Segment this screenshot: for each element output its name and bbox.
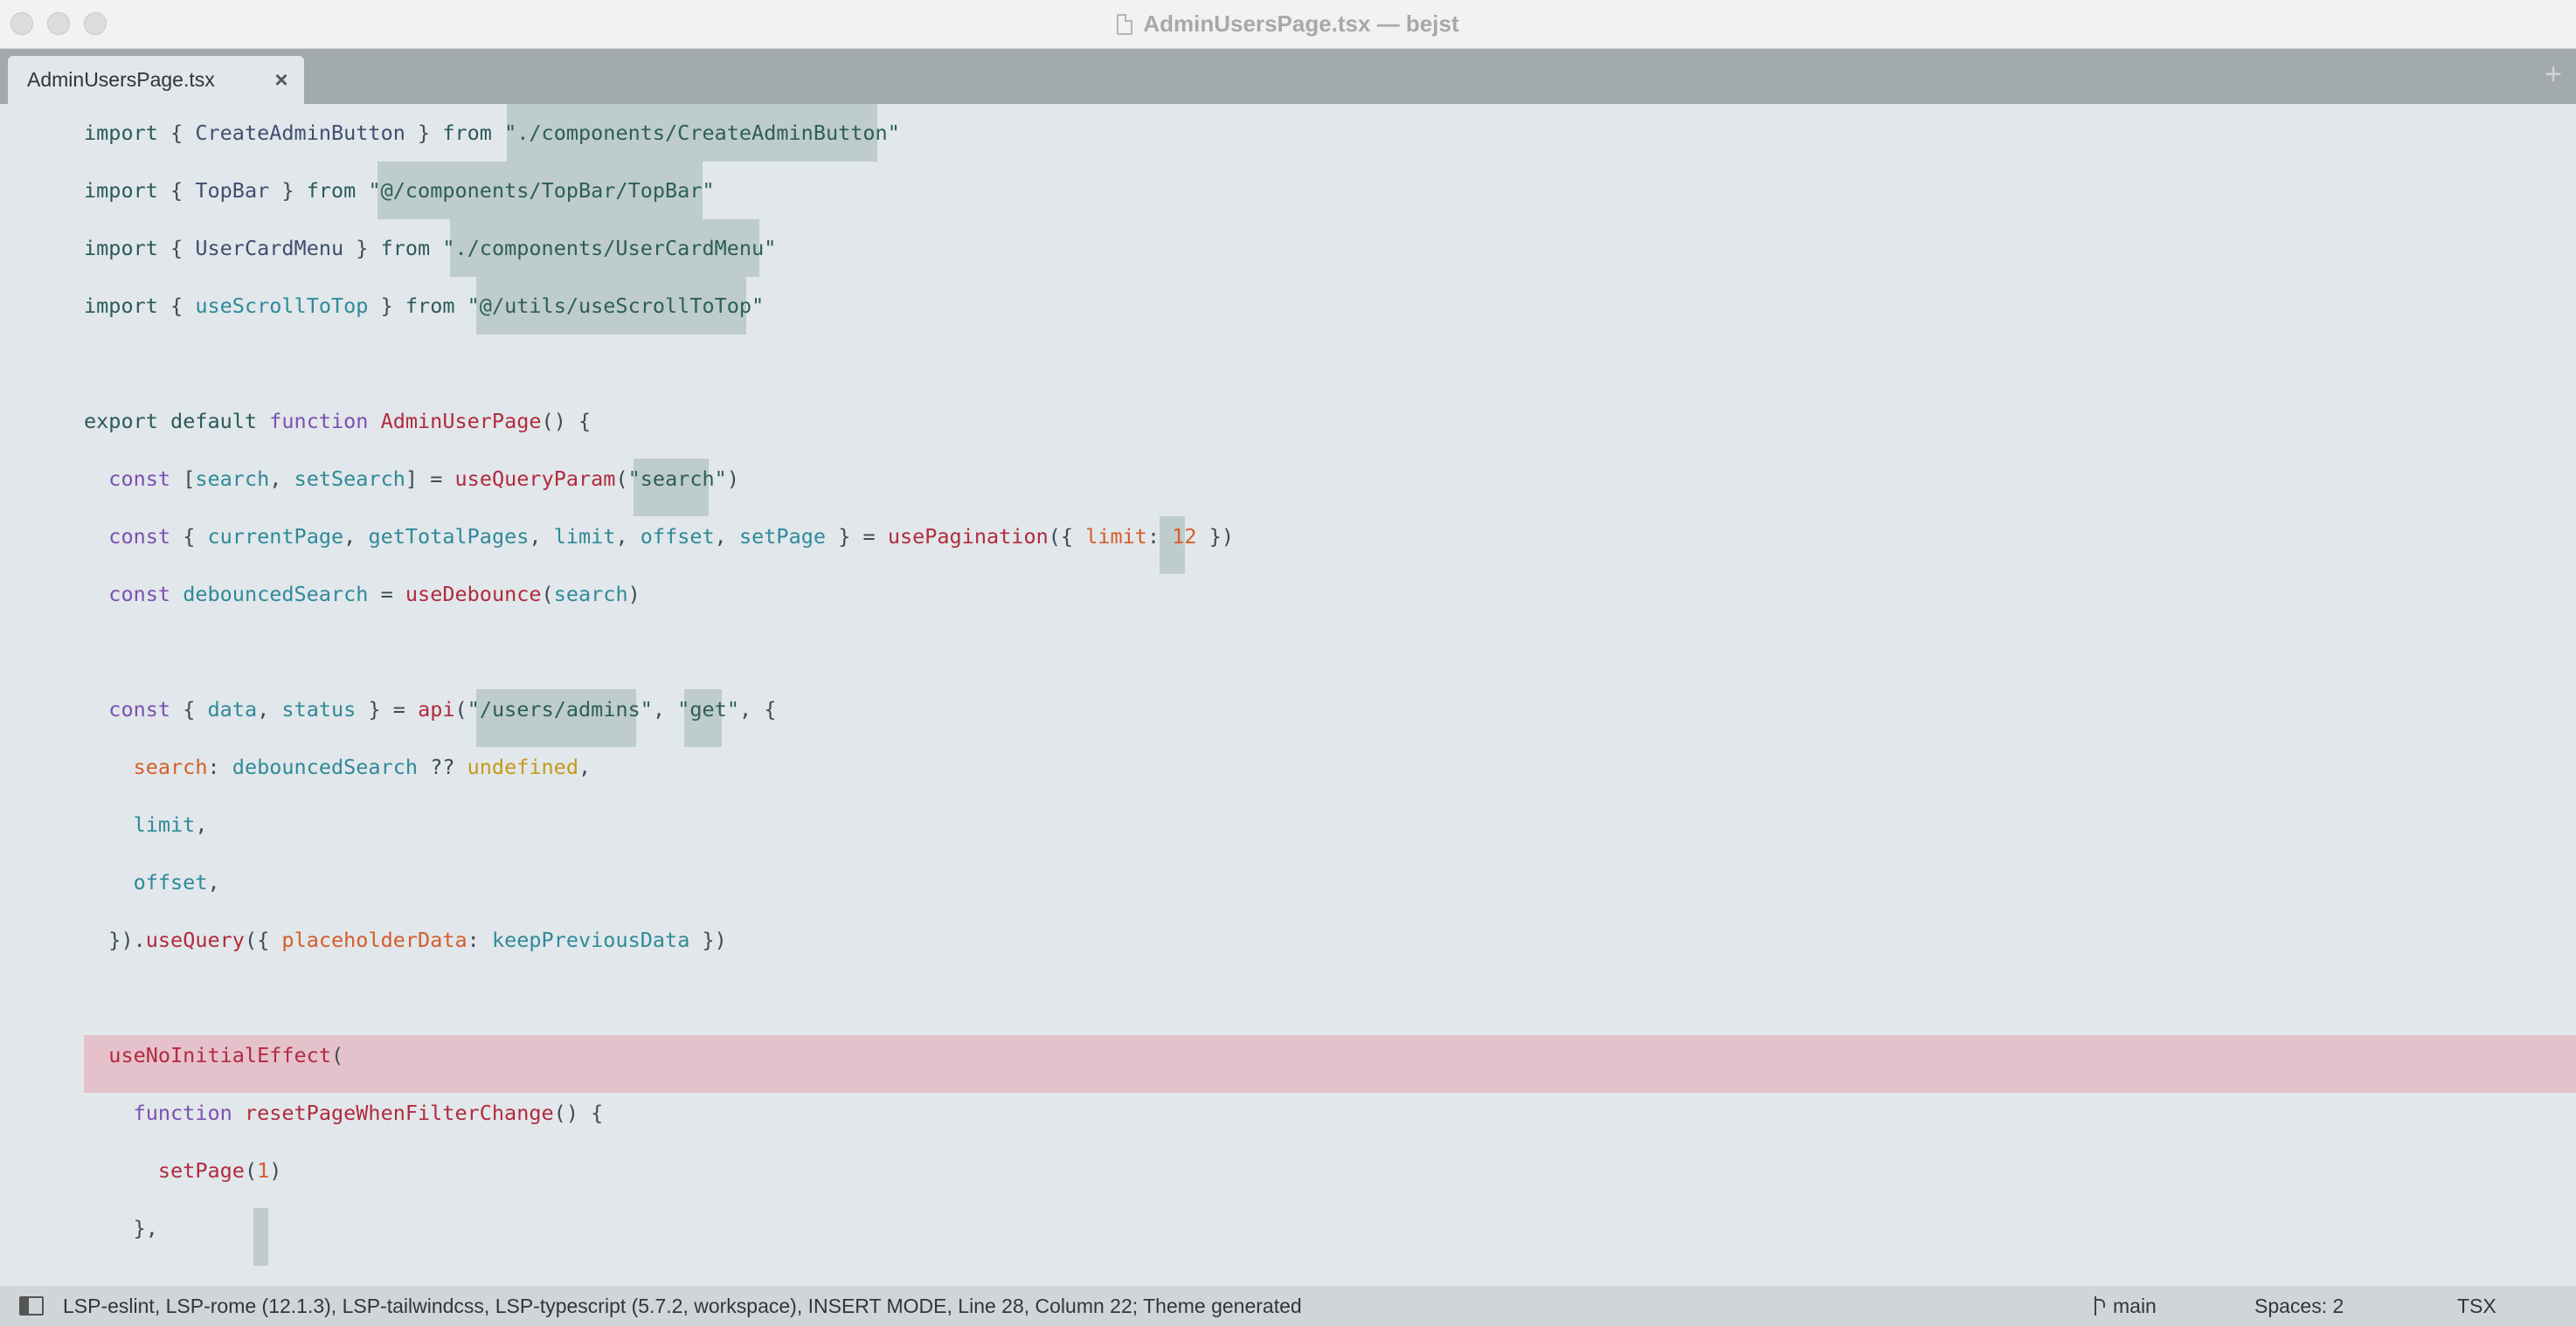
code-line: const [search, setSearch] = useQueryPara… xyxy=(108,466,739,491)
code-line: function resetPageWhenFilterChange() { xyxy=(133,1101,604,1125)
code-line: }, xyxy=(133,1216,158,1240)
close-tab-icon[interactable]: × xyxy=(266,66,297,93)
code-line: import { CreateAdminButton } from "./com… xyxy=(84,121,900,145)
git-branch-icon xyxy=(2092,1296,2106,1316)
code-line: import { useScrollToTop } from "@/utils/… xyxy=(84,294,765,318)
git-branch[interactable]: main xyxy=(2092,1295,2157,1318)
code-line: const { data, status } = api("/users/adm… xyxy=(108,697,777,722)
code-line: limit, xyxy=(133,812,208,837)
code-line: }).useQuery({ placeholderData: keepPrevi… xyxy=(108,928,727,952)
code-line-current: useNoInitialEffect( xyxy=(108,1043,344,1067)
code-line: offset, xyxy=(133,870,220,894)
tab-label: AdminUsersPage.tsx xyxy=(27,68,215,91)
window-title-container: AdminUsersPage.tsx — bejst xyxy=(0,0,2576,48)
new-tab-button[interactable]: + xyxy=(2545,58,2562,92)
code-line: const { currentPage, getTotalPages, limi… xyxy=(108,524,1235,549)
code-line: setPage(1) xyxy=(157,1158,282,1183)
tab-adminuserspage[interactable]: AdminUsersPage.tsx × xyxy=(8,56,304,104)
title-bar: AdminUsersPage.tsx — bejst xyxy=(0,0,2576,49)
code-line: const debouncedSearch = useDebounce(sear… xyxy=(108,582,641,606)
code-line: export default function AdminUserPage() … xyxy=(84,409,592,433)
code-line: import { UserCardMenu } from "./componen… xyxy=(84,236,777,260)
status-bar: LSP-eslint, LSP-rome (12.1.3), LSP-tailw… xyxy=(0,1286,2576,1326)
indentation-setting[interactable]: Spaces: 2 xyxy=(2254,1295,2344,1318)
document-icon xyxy=(1117,13,1133,35)
syntax-selector[interactable]: TSX xyxy=(2457,1295,2496,1318)
code-line: import { TopBar } from "@/components/Top… xyxy=(84,178,715,203)
sidebar-toggle-icon[interactable] xyxy=(19,1296,44,1316)
git-branch-label: main xyxy=(2113,1294,2157,1317)
selection-highlight xyxy=(253,1208,268,1266)
code-editor[interactable]: import { CreateAdminButton } from "./com… xyxy=(0,104,2576,1286)
status-text: LSP-eslint, LSP-rome (12.1.3), LSP-tailw… xyxy=(63,1294,1302,1317)
code-line: search: debouncedSearch ?? undefined, xyxy=(133,755,592,779)
window-title: AdminUsersPage.tsx — bejst xyxy=(1143,10,1459,37)
tab-bar: AdminUsersPage.tsx × + xyxy=(0,49,2576,104)
